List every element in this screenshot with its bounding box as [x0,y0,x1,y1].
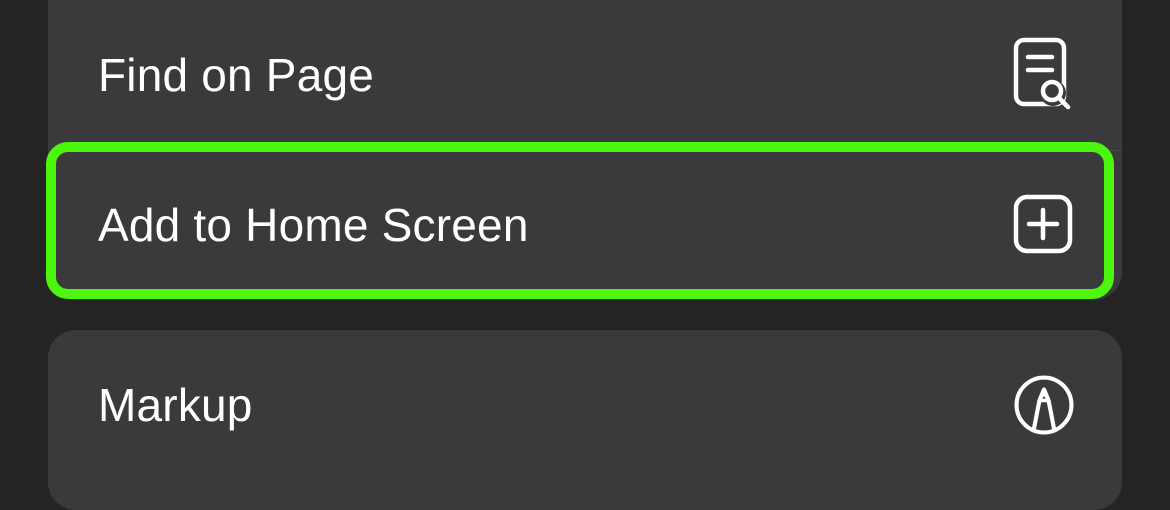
find-on-page-icon [1012,37,1076,113]
menu-group-primary: Find on Page Add to Home Screen [48,0,1122,300]
menu-item-label: Markup [98,379,253,431]
menu-item-find-on-page[interactable]: Find on Page [48,0,1122,150]
menu-item-label: Add to Home Screen [98,199,529,251]
markup-pen-icon [1012,367,1076,443]
menu-item-markup[interactable]: Markup [48,330,1122,480]
menu-group-secondary: Markup [48,330,1122,510]
menu-item-add-to-home-screen[interactable]: Add to Home Screen [48,150,1122,300]
add-square-icon [1012,187,1076,263]
menu-item-label: Find on Page [98,49,375,101]
